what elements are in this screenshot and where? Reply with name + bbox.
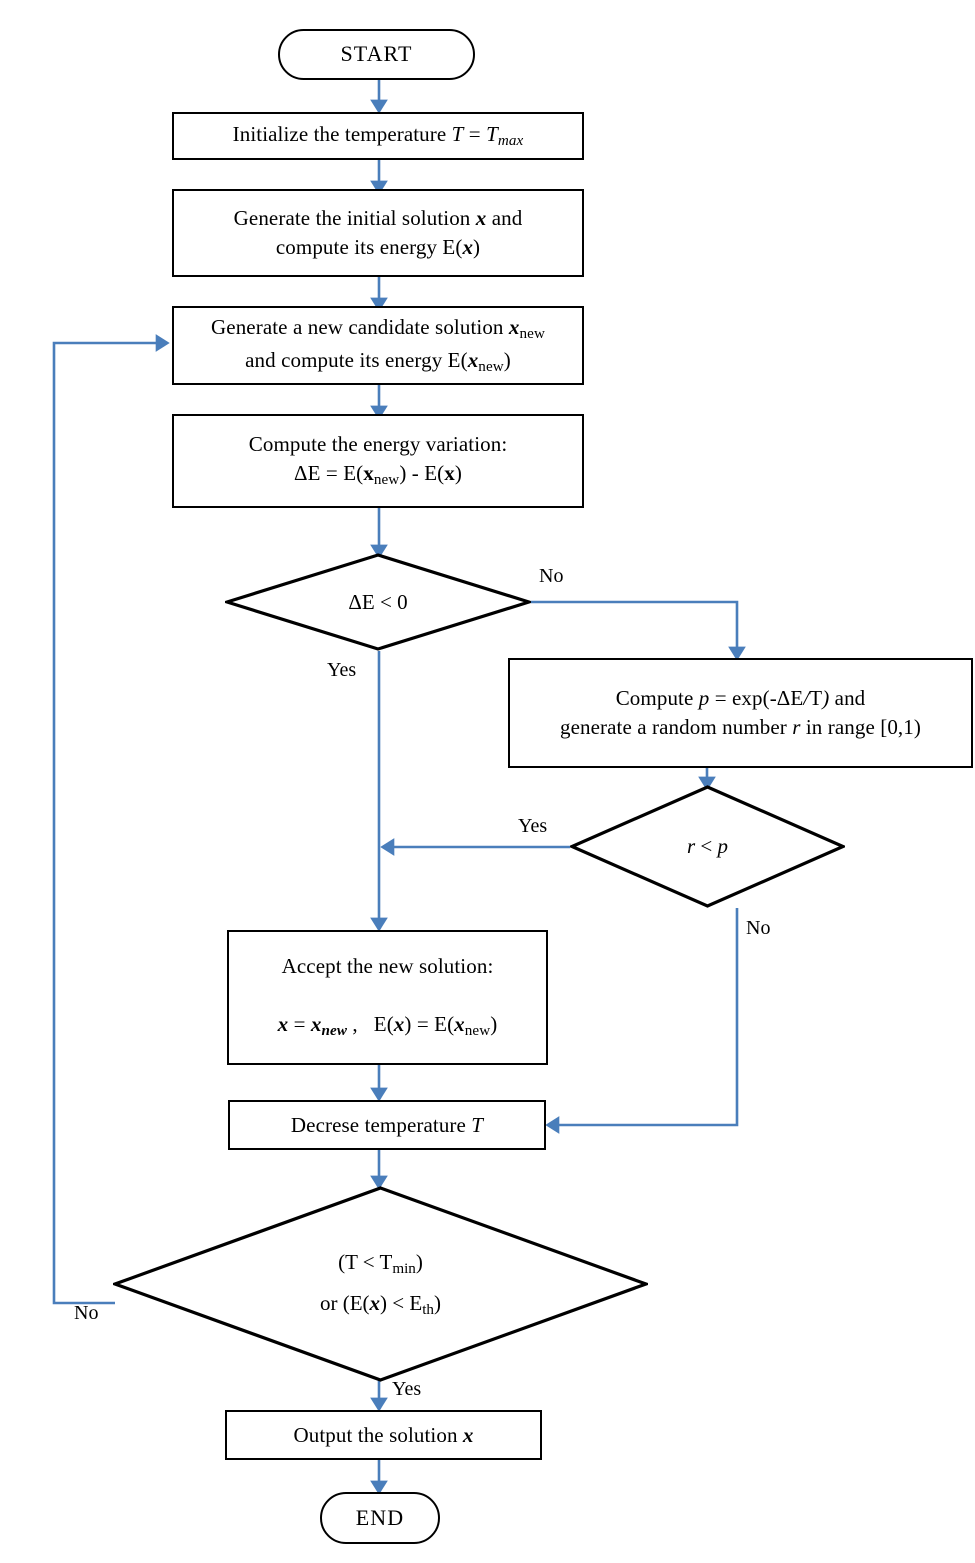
node-candidate-solution[interactable]: Generate a new candidate solution xnew a… xyxy=(172,306,584,385)
node-compute-probability[interactable]: Compute p = exp(-ΔE/T) and generate a ra… xyxy=(508,658,973,768)
node-decrease-temperature[interactable]: Decrese temperature T xyxy=(228,1100,546,1150)
edge-label-stop-yes: Yes xyxy=(392,1378,422,1400)
node-initialize-temperature[interactable]: Initialize the temperature T = Tmax xyxy=(172,112,584,160)
edge-label-r-lt-p-yes: Yes xyxy=(518,815,548,837)
node-decision-stop[interactable]: (T < Tmin) or (E(x) < Eth) xyxy=(113,1186,648,1382)
node-initial-solution[interactable]: Generate the initial solution x and comp… xyxy=(172,189,584,277)
node-decision-r-lt-p[interactable]: r < p xyxy=(570,785,845,908)
node-decision-delta-e-label: ΔE < 0 xyxy=(348,589,408,614)
node-output-solution-label: Output the solution x xyxy=(293,1422,474,1447)
node-end-label: END xyxy=(355,1504,405,1530)
node-start-label: START xyxy=(340,41,413,67)
flowchart-canvas: START Initialize the temperature T = Tma… xyxy=(0,0,975,1563)
node-decrease-temperature-label: Decrese temperature T xyxy=(290,1112,484,1137)
edge-label-delta-e-no: No xyxy=(539,565,564,587)
edge-label-r-lt-p-no: No xyxy=(746,917,771,939)
edge-decision-de-no-to-compute-p xyxy=(531,600,746,661)
node-accept-solution[interactable]: Accept the new solution: x = xnew , E(x)… xyxy=(227,930,548,1065)
edge-label-delta-e-yes: Yes xyxy=(327,659,357,681)
edge-decision-stop-no-loop xyxy=(52,334,170,1305)
node-decision-r-lt-p-label: r < p xyxy=(686,834,729,859)
node-compute-probability-label: Compute p = exp(-ΔE/T) and generate a ra… xyxy=(560,686,921,739)
node-initial-solution-label: Generate the initial solution x and comp… xyxy=(233,206,523,259)
node-initialize-temperature-label: Initialize the temperature T = Tmax xyxy=(232,121,524,150)
node-output-solution[interactable]: Output the solution x xyxy=(225,1410,542,1460)
node-accept-solution-label: Accept the new solution: x = xnew , E(x)… xyxy=(277,954,498,1040)
node-start[interactable]: START xyxy=(278,29,475,80)
node-candidate-solution-label: Generate a new candidate solution xnew a… xyxy=(211,315,545,375)
edge-decision-r-no-to-decrease xyxy=(545,908,739,1134)
node-decision-stop-label: (T < Tmin) or (E(x) < Eth) xyxy=(319,1249,441,1319)
node-decision-delta-e[interactable]: ΔE < 0 xyxy=(225,553,531,651)
node-energy-variation-label: Compute the energy variation: ΔE = E(xne… xyxy=(248,432,508,489)
node-energy-variation[interactable]: Compute the energy variation: ΔE = E(xne… xyxy=(172,414,584,508)
node-end[interactable]: END xyxy=(320,1492,440,1544)
edge-label-stop-no: No xyxy=(74,1302,99,1324)
